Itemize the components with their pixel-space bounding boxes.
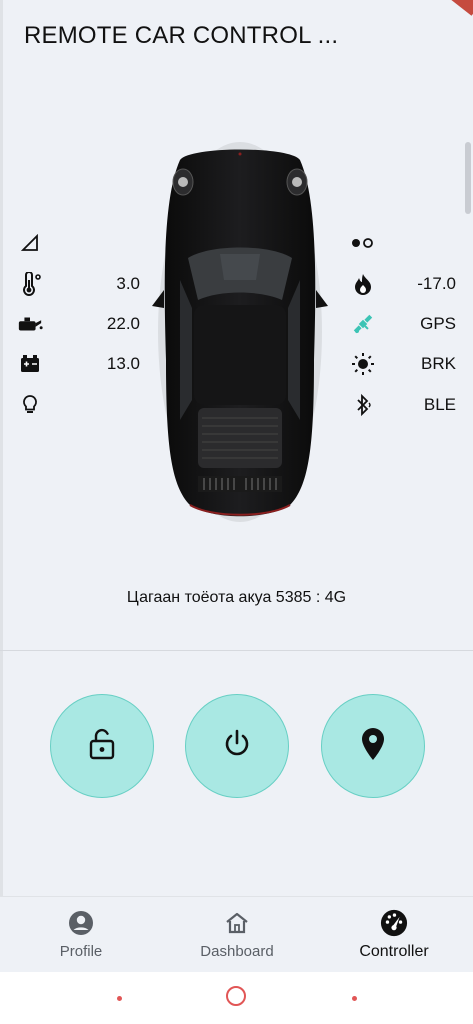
- unlock-icon: [87, 727, 117, 766]
- stat-oil: 22.0: [17, 311, 140, 337]
- nav-label: Profile: [59, 943, 103, 960]
- window-edge: [0, 0, 3, 1024]
- system-navigation-bar: [0, 972, 473, 1024]
- stat-value: 13.0: [106, 354, 140, 373]
- back-button[interactable]: [352, 996, 357, 1001]
- stat-value: GPS: [420, 314, 456, 333]
- debug-ribbon: [447, 0, 473, 16]
- home-icon: [223, 909, 251, 937]
- battery-icon: [17, 351, 43, 377]
- sun-icon: [350, 351, 376, 377]
- power-button[interactable]: [185, 694, 289, 798]
- stat-value: 3.0: [116, 274, 140, 293]
- toggle-dots-icon: [350, 230, 376, 256]
- lightbulb-icon: [17, 392, 43, 418]
- stat-signal: [17, 230, 127, 256]
- nav-label: Controller: [359, 943, 429, 960]
- nav-item-controller[interactable]: Controller: [319, 897, 469, 973]
- stat-brake: BRK: [350, 351, 456, 377]
- stat-bluetooth: BLE: [350, 392, 456, 418]
- stat-coolant: -17.0: [350, 271, 456, 297]
- speedometer-icon: [380, 909, 408, 937]
- nav-item-dashboard[interactable]: Dashboard: [162, 897, 312, 973]
- stat-value: -17.0: [417, 274, 456, 293]
- bottom-navigation: Profile Dashboard Controller: [0, 896, 473, 973]
- recents-button[interactable]: [117, 996, 122, 1001]
- stat-lights: [17, 392, 127, 418]
- car-image: [150, 140, 330, 525]
- power-icon: [221, 728, 253, 765]
- flame-icon: [350, 271, 376, 297]
- bluetooth-icon: [350, 392, 376, 418]
- nav-label: Dashboard: [200, 943, 274, 960]
- stat-value: BRK: [421, 354, 456, 373]
- unlock-button[interactable]: [50, 694, 154, 798]
- location-pin-icon: [359, 726, 387, 767]
- account-circle-icon: [67, 909, 95, 937]
- stat-gps: GPS: [350, 311, 456, 337]
- nav-item-profile[interactable]: Profile: [6, 897, 156, 973]
- stat-value: 22.0: [106, 314, 140, 333]
- scrollbar[interactable]: [465, 142, 471, 214]
- divider: [0, 650, 473, 651]
- satellite-icon: [350, 311, 376, 337]
- location-button[interactable]: [321, 694, 425, 798]
- stat-toggle: [350, 230, 442, 256]
- vehicle-caption: Цагаан тоёота акуа 5385 : 4G: [126, 589, 347, 606]
- home-button[interactable]: [226, 986, 246, 1006]
- stat-value: BLE: [423, 395, 456, 414]
- thermometer-icon: [17, 271, 43, 297]
- stat-temperature: 3.0: [17, 271, 140, 297]
- stat-battery: 13.0: [17, 351, 140, 377]
- signal-icon: [17, 230, 43, 256]
- page-title: REMOTE CAR CONTROL ...: [24, 22, 339, 49]
- oil-icon: [17, 311, 43, 337]
